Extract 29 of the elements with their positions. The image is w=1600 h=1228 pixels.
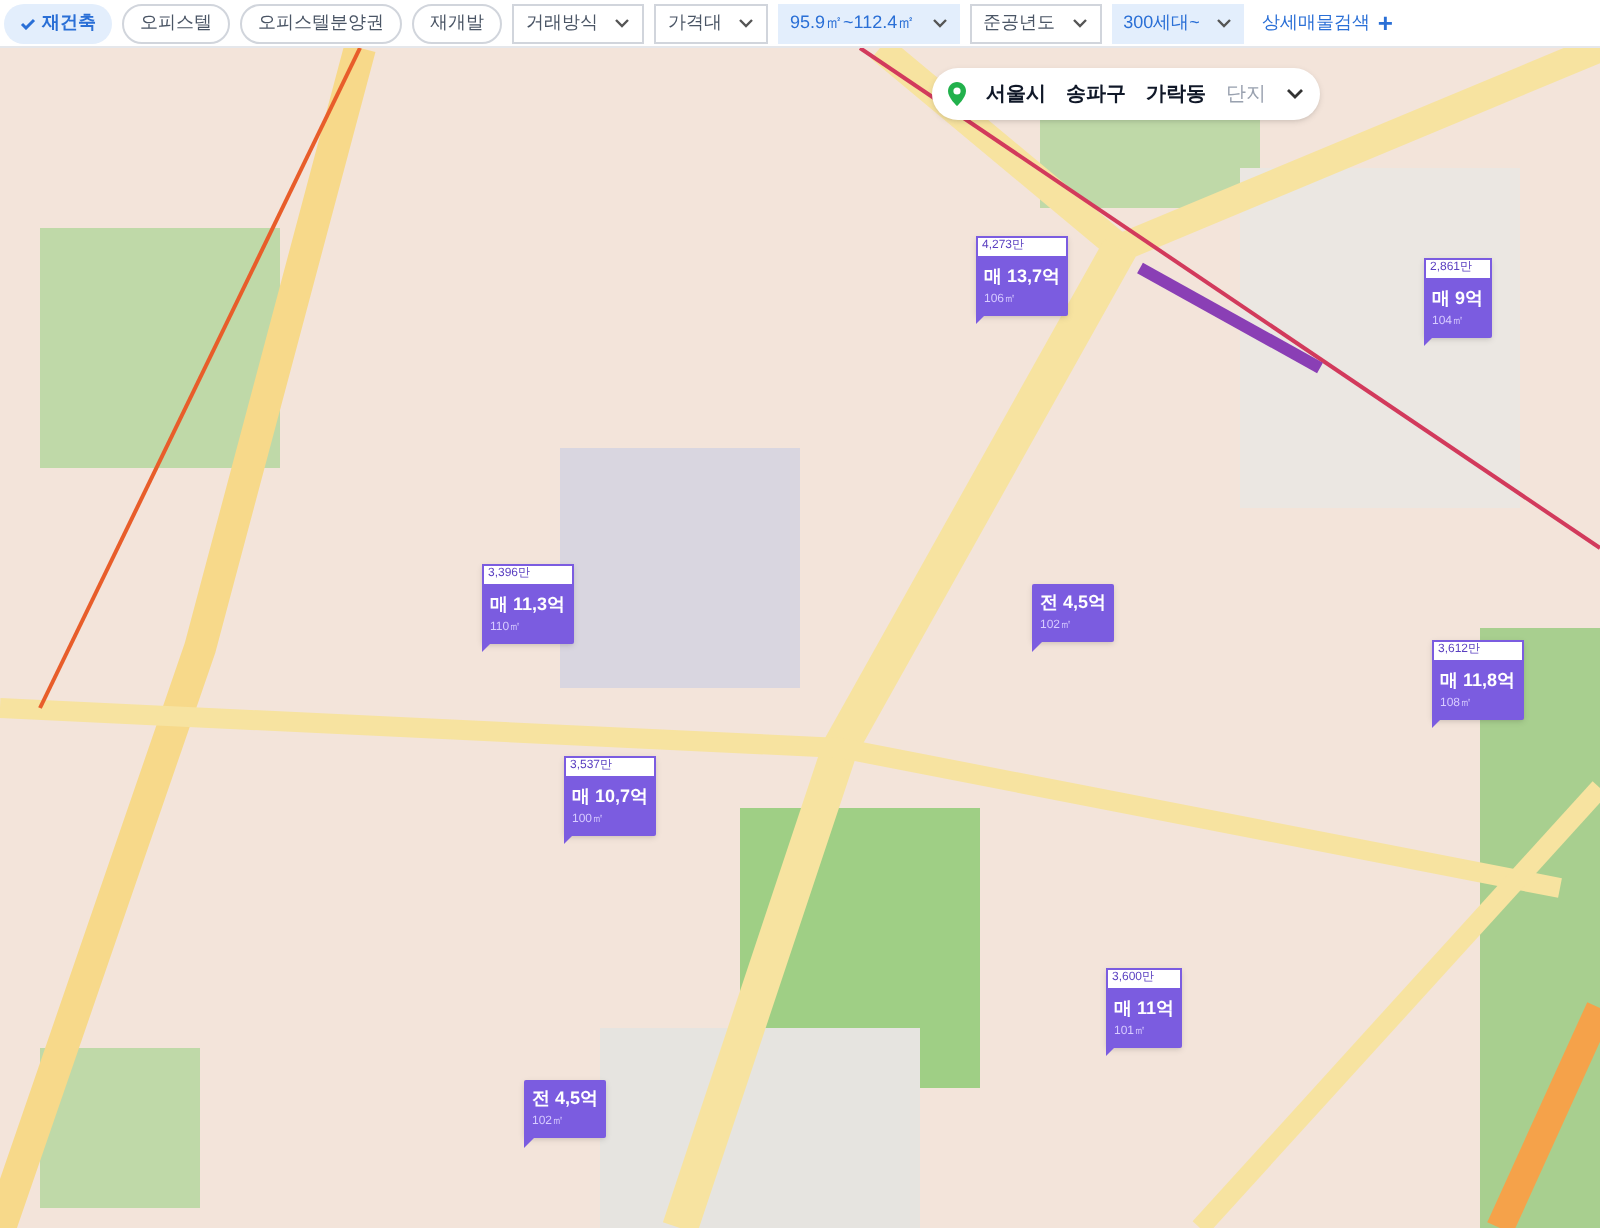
price-label: 매 13,7억 [982, 264, 1063, 290]
breadcrumb-item[interactable]: 서울시 [986, 79, 1046, 109]
caret-icon [931, 18, 948, 28]
filter-chip[interactable]: 오피스텔 [122, 3, 230, 43]
price-label: 매 11,3억 [488, 592, 568, 618]
filter-dropdown[interactable]: 300세대~ [1111, 3, 1244, 43]
price-label: 전 4,5억 [1038, 590, 1109, 616]
price-label: 매 10,7억 [570, 784, 651, 810]
filter-chip[interactable]: 오피스텔분양권 [240, 3, 402, 43]
breadcrumb-item[interactable]: 가락동 [1146, 79, 1206, 109]
caret-icon [738, 18, 754, 28]
filter-dropdown[interactable]: 거래방식 [512, 3, 644, 43]
price-label: 매 11억 [1112, 996, 1177, 1022]
location-pin-icon [948, 82, 966, 106]
price-label: 매 11,8억 [1438, 668, 1518, 694]
check-icon [20, 17, 36, 29]
caret-icon [1286, 88, 1304, 100]
filter-chip[interactable]: 재건축 [4, 3, 112, 43]
caret-icon [1215, 18, 1232, 28]
filter-dropdown[interactable]: 95.9㎡~112.4㎡ [778, 3, 960, 43]
breadcrumb-item[interactable]: 송파구 [1066, 79, 1126, 109]
caret-icon [614, 18, 630, 28]
caret-icon [1071, 18, 1088, 28]
price-label: 매 9억 [1430, 286, 1486, 312]
price-label: 전 4,5억 [530, 1086, 601, 1112]
filter-chip[interactable]: 재개발 [412, 3, 502, 43]
filter-dropdown[interactable]: 가격대 [654, 3, 768, 43]
filter-dropdown[interactable]: 준공년도 [969, 3, 1102, 43]
detail-search-link[interactable]: 상세매물검색 + [1261, 3, 1394, 43]
